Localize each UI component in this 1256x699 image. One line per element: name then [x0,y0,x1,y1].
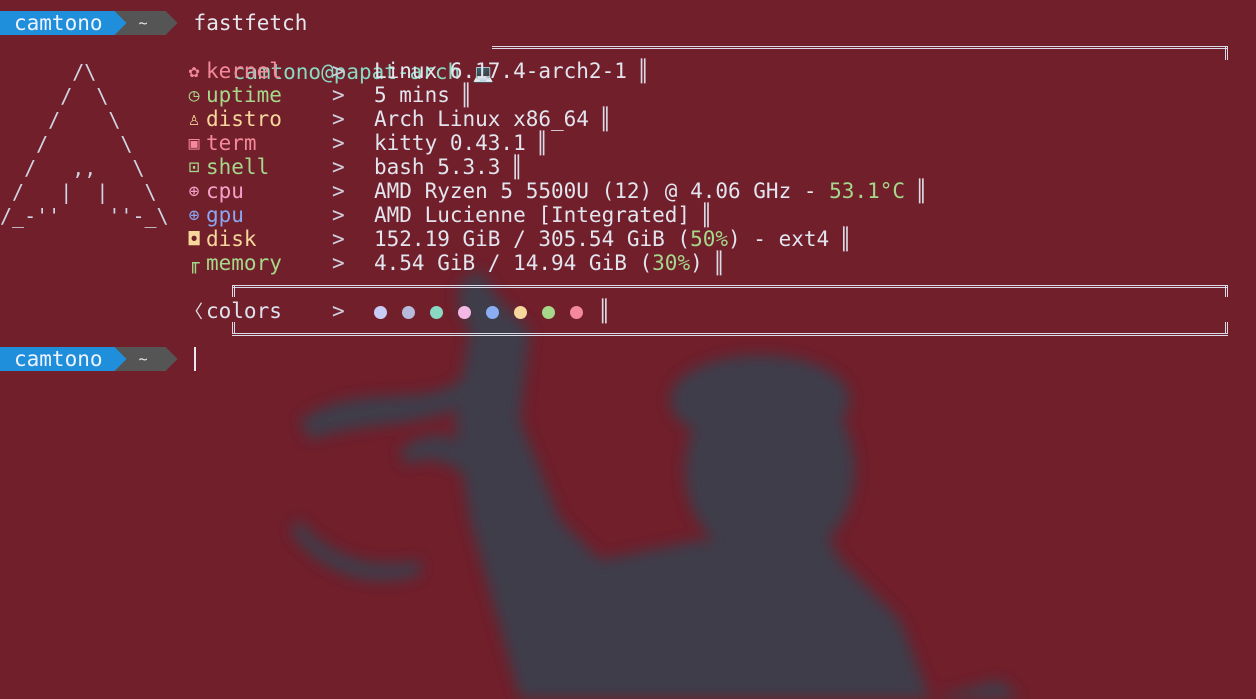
info-row-distro: ♙ distro > Arch Linux x86_64 ║ [182,107,612,131]
color-swatch-0 [374,305,387,319]
value-highlight: 50% [690,227,729,251]
info-value: bash 5.3.3 [374,155,501,179]
info-row-cpu: ⊕ cpu > AMD Ryzen 5 5500U (12) @ 4.06 GHz -… [182,179,928,203]
value-text: ) [690,251,703,275]
info-row-memory: ╓ memory >4.54 GiB / 14.94 GiB (30%) ║ [182,251,726,275]
info-row-shell: ⊡ shell > bash 5.3.3 ║ [182,155,524,179]
terminal-icon: ▣ [188,132,200,154]
frame-mid-right [1225,285,1228,297]
info-label: uptime [206,83,282,107]
info-value: kitty 0.43.1 [374,131,526,155]
info-label: shell [206,155,270,179]
info-label: disk [206,227,257,251]
command-text: fastfetch [193,11,308,35]
text-cursor[interactable] [193,347,196,371]
info-label: term [206,131,257,155]
clock-icon: ◷ [188,84,200,106]
chevron-left-icon: 〈 [185,302,203,323]
frame-bottom-right [1225,322,1228,334]
prompt-line-2: camtono ~ [0,347,196,371]
disk-icon: ◘ [188,228,200,250]
value-highlight: 30% [652,251,691,275]
row-arrow: > [332,107,345,131]
info-label: cpu [206,179,244,203]
color-swatch-1 [402,305,415,319]
info-value: Arch Linux x86_64 [374,107,589,131]
frame-top-right [1225,46,1228,60]
info-row-kernel: ✿ kernel > Linux 6.17.4-arch2-1 ║ [182,59,650,83]
row-border: ║ [839,227,852,251]
colors-label: colors [206,299,282,323]
color-swatch-6 [542,305,555,319]
info-value: AMD Lucienne [Integrated] [374,203,691,227]
frame-top [492,46,1228,49]
info-value: 152.19 GiB / 305.54 GiB (50%) - ext4 [374,227,829,251]
row-arrow: > [332,59,345,83]
info-row-term: ▣ term > kitty 0.43.1 ║ [182,131,549,155]
frame-mid-top [232,285,1228,288]
color-swatches [374,299,598,323]
info-row-disk: ◘ disk >152.19 GiB / 305.54 GiB (50%) - ex… [182,227,852,251]
cpu-icon: ⊕ [188,180,200,202]
row-border: ║ [535,131,549,155]
row-border: ║ [636,59,650,83]
memory-icon: ╓ [188,252,200,274]
row-border: ║ [598,107,612,131]
prompt-line: camtono ~ fastfetch [0,11,307,35]
info-row-uptime: ◷ uptime >5 mins ║ [182,83,473,107]
value-highlight: 53.1°C [829,179,906,203]
row-arrow: > [332,203,345,227]
row-border: ║ [712,251,726,275]
info-label: gpu [206,203,244,227]
row-border: ║ [598,299,611,323]
linux-icon: ♙ [188,108,200,130]
terminal-window[interactable]: camtono ~ fastfetch camtono@papat-arch 💻… [0,0,1256,699]
row-arrow: > [332,131,345,155]
value-text: AMD Ryzen 5 5500U (12) @ 4.06 GHz - [374,179,830,203]
frame-bottom [232,333,1228,336]
row-arrow: > [332,83,345,107]
row-arrow: > [332,299,345,323]
info-value: 4.54 GiB / 14.94 GiB (30%) [374,251,703,275]
value-text: ) - ext4 [728,227,830,251]
color-swatch-5 [514,305,527,319]
color-swatch-4 [486,305,499,319]
row-border: ║ [915,179,928,203]
row-arrow: > [332,179,345,203]
info-row-gpu: ⊕ gpu > AMD Lucienne [Integrated] ║ [182,203,713,227]
color-swatch-3 [458,305,471,319]
info-label: kernel [206,59,282,83]
value-text: 152.19 GiB / 305.54 GiB ( [374,227,691,251]
color-swatch-2 [430,305,443,319]
prompt-user-segment: camtono [0,11,129,35]
info-label: memory [206,251,282,275]
gear-icon: ✿ [188,60,200,82]
row-arrow: > [332,155,345,179]
info-value: AMD Ryzen 5 5500U (12) @ 4.06 GHz - 53.1… [374,179,905,203]
row-border: ║ [510,155,524,179]
info-value: 5 mins [374,83,450,107]
colors-row: 〈 colors > ║ [182,299,611,323]
gpu-icon: ⊕ [188,204,200,226]
info-label: distro [206,107,282,131]
frame-mid-left [232,285,235,297]
arch-ascii-logo: /\ / \ / \ / \ / ,, \ / | | \ /_-'' ''-_… [0,60,169,228]
shell-icon: ⊡ [188,156,200,178]
row-arrow: > [332,227,345,251]
color-swatch-7 [570,305,583,319]
row-border: ║ [459,83,473,107]
info-value: Linux 6.17.4-arch2-1 [374,59,627,83]
row-border: ║ [700,203,713,227]
value-text: 4.54 GiB / 14.94 GiB ( [374,251,653,275]
frame-bottom-left [232,322,235,334]
row-arrow: > [332,251,345,275]
prompt-user-segment: camtono [0,347,129,371]
